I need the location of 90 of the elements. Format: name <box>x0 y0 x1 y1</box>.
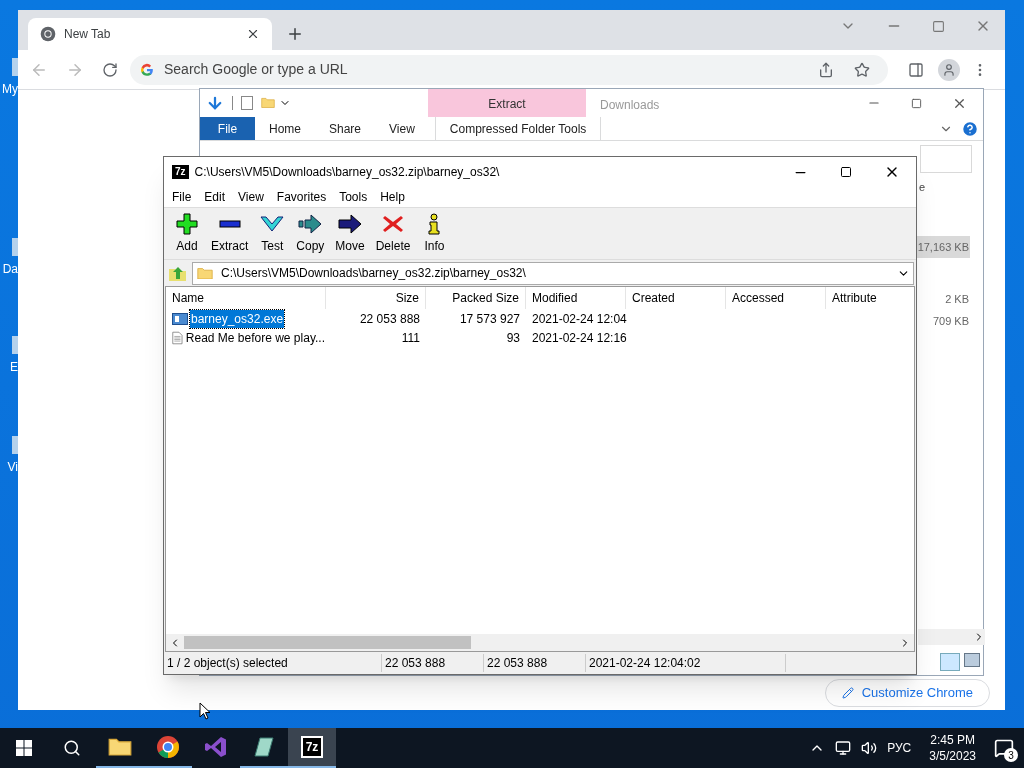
arrow-icon <box>337 212 364 235</box>
table-cell-text: 22 053 888 <box>358 310 421 328</box>
table-cell-text: 93 <box>505 329 521 347</box>
ribbon-tab[interactable]: Compressed Folder Tools <box>434 117 602 140</box>
program-file-icon <box>172 311 188 326</box>
app-icon: 7z <box>172 165 189 179</box>
desktop-icon-label[interactable]: Vi <box>7 458 18 476</box>
folder-icon <box>108 737 132 757</box>
column-header[interactable]: Attribute <box>826 287 914 309</box>
up-folder-icon[interactable] <box>168 264 188 282</box>
desktop-icon-label[interactable]: My <box>2 80 18 98</box>
toolbar-button[interactable]: Copy <box>292 212 329 255</box>
ribbon-tab[interactable]: Home <box>255 117 315 140</box>
visual-studio-icon <box>204 735 228 759</box>
desktop-icon-label[interactable]: E <box>10 358 18 376</box>
clock[interactable]: 2:45 PM 3/5/2023 <box>929 732 976 764</box>
ribbon-tab[interactable]: Share <box>315 117 376 140</box>
file-size: 17,163 KB <box>916 235 970 258</box>
file-name[interactable]: Read Me before we play... <box>184 328 326 347</box>
menu-item[interactable]: File <box>172 188 192 206</box>
address-field[interactable]: C:\Users\VM5\Downloads\barney_os32.zip\barney_os32\ <box>192 261 914 285</box>
browser-tab[interactable]: New Tab <box>28 18 272 50</box>
search-icon[interactable] <box>63 739 81 757</box>
status-text: 2021-02-24 12:04:02 <box>586 654 786 672</box>
bookmark-icon[interactable] <box>854 61 870 78</box>
side-panel-icon[interactable] <box>908 61 924 78</box>
arrow-icon <box>297 212 324 235</box>
plus-icon <box>174 212 200 235</box>
menu-item[interactable]: Edit <box>204 188 226 206</box>
close-icon[interactable] <box>246 27 260 41</box>
scrollbar-thumb[interactable] <box>184 636 471 649</box>
network-icon[interactable] <box>835 740 852 756</box>
file-size: 709 KB <box>931 313 970 329</box>
google-icon <box>140 62 154 77</box>
chrome-icon <box>156 735 180 759</box>
status-text: 22 053 888 <box>382 654 484 672</box>
omnibox-input[interactable]: Search Google or type a URL <box>164 59 808 80</box>
table-cell-text: 111 <box>400 329 421 347</box>
window-title: Downloads <box>600 97 660 114</box>
notifications-icon[interactable] <box>994 738 1014 758</box>
menu-item[interactable]: Favorites <box>276 188 327 206</box>
ribbon-tab[interactable]: File <box>200 117 255 140</box>
folder-icon <box>197 266 213 280</box>
volume-icon[interactable] <box>861 740 878 756</box>
ribbon-tab[interactable]: View <box>375 117 429 140</box>
window-title: C:\Users\VM5\Downloads\barney_os32.zip\barney_os32\ <box>194 164 501 181</box>
column-header[interactable]: Created <box>626 287 726 309</box>
toolbar-button[interactable]: Info <box>417 212 452 255</box>
table-cell-text: 2021-02-24 12:16 <box>531 329 626 347</box>
status-text: 22 053 888 <box>484 654 586 672</box>
share-icon[interactable] <box>818 61 834 78</box>
column-header[interactable]: Accessed <box>726 287 826 309</box>
maximize-icon[interactable] <box>840 166 852 178</box>
context-tab-header: Extract <box>428 89 586 117</box>
text-file-icon <box>172 329 183 346</box>
toolbar-button[interactable]: Delete <box>371 212 415 255</box>
customize-chrome-button[interactable]: Customize Chrome <box>824 679 990 707</box>
file-size: 2 KB <box>944 292 970 307</box>
reload-icon[interactable] <box>102 61 118 78</box>
address-field[interactable]: Search Google or type a URL <box>130 54 888 85</box>
column-header[interactable]: Packed Size <box>426 287 526 309</box>
column-header[interactable]: Modified <box>526 287 626 309</box>
desktop-icon-label[interactable]: Da <box>2 260 18 278</box>
windows-logo-icon[interactable] <box>16 740 32 756</box>
preview-view-icon[interactable] <box>964 653 980 667</box>
status-text: 1 / 2 object(s) selected <box>164 654 382 672</box>
toolbar-button[interactable]: Test <box>255 212 290 255</box>
toolbar-button[interactable]: Extract <box>207 212 253 255</box>
menu-item[interactable]: Tools <box>339 188 368 206</box>
input-language[interactable]: РУС <box>887 739 912 757</box>
app-icon: 7z <box>300 736 324 758</box>
profile-icon[interactable] <box>938 58 960 81</box>
notification-count: 3 <box>1004 748 1018 762</box>
text-fragment: e <box>919 180 926 195</box>
chrome-icon <box>40 26 56 42</box>
table-cell-text: 2021-02-24 12:04 <box>531 310 626 328</box>
toolbar-button[interactable]: Add <box>170 212 204 255</box>
column-header[interactable]: Size <box>326 287 426 309</box>
taskbar-app[interactable]: 7z <box>288 728 336 768</box>
help-icon[interactable] <box>961 119 979 138</box>
file-name[interactable]: barney_os32.exe <box>190 309 285 328</box>
table-cell-text: 17 573 927 <box>458 310 521 328</box>
search-field[interactable] <box>920 145 972 173</box>
menu-item[interactable]: View <box>238 188 264 206</box>
toolbar-button[interactable]: Move <box>331 212 369 255</box>
download-icon[interactable] <box>206 94 224 112</box>
new-folder-icon <box>261 97 275 109</box>
new-tab-icon[interactable] <box>286 25 304 43</box>
pencil-icon <box>841 687 854 699</box>
menu-item[interactable]: Help <box>380 188 405 206</box>
